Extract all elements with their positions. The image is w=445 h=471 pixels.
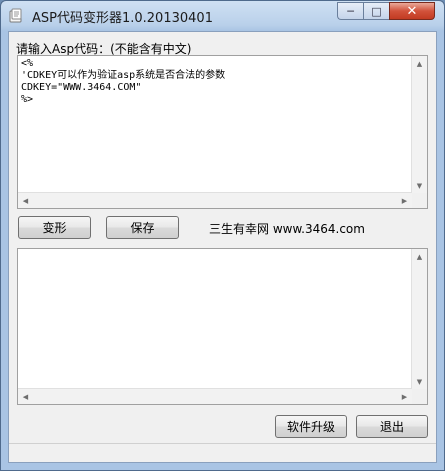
scroll-down-icon[interactable]: ▼ xyxy=(412,374,427,389)
code-input[interactable]: <% 'CDKEY可以作为验证asp系统是否合法的参数 CDKEY="WWW.3… xyxy=(17,55,428,209)
transform-button[interactable]: 变形 xyxy=(18,216,91,239)
software-upgrade-button[interactable]: 软件升级 xyxy=(275,415,347,438)
site-link-text: 三生有幸网 www.3464.com xyxy=(209,222,365,236)
scroll-left-icon[interactable]: ◀ xyxy=(18,389,33,404)
close-icon: ✕ xyxy=(406,3,418,19)
app-window: ASP代码变形器1.0.20130401 ─ □ ✕ 请输入Asp代码：(不能含… xyxy=(0,0,445,471)
client-area: 请输入Asp代码：(不能含有中文) <% 'CDKEY可以作为验证asp系统是否… xyxy=(8,31,437,463)
close-button[interactable]: ✕ xyxy=(389,2,435,20)
code-output[interactable]: ▲ ▼ ◀ ▶ xyxy=(17,248,428,405)
app-icon xyxy=(8,8,24,24)
scroll-right-icon[interactable]: ▶ xyxy=(397,193,412,208)
code-output-horizontal-scrollbar[interactable]: ◀ ▶ xyxy=(18,388,412,404)
save-button[interactable]: 保存 xyxy=(106,216,179,239)
scrollbar-corner xyxy=(412,193,427,208)
scrollbar-corner xyxy=(412,389,427,404)
maximize-button[interactable]: □ xyxy=(363,2,389,20)
code-input-horizontal-scrollbar[interactable]: ◀ ▶ xyxy=(18,192,412,208)
status-bar xyxy=(9,443,436,462)
code-input-vertical-scrollbar[interactable]: ▲ ▼ xyxy=(411,56,427,193)
code-input-text[interactable]: <% 'CDKEY可以作为验证asp系统是否合法的参数 CDKEY="WWW.3… xyxy=(21,58,225,106)
maximize-icon: □ xyxy=(371,4,382,18)
scroll-up-icon[interactable]: ▲ xyxy=(412,249,427,264)
minimize-button[interactable]: ─ xyxy=(337,2,363,20)
minimize-icon: ─ xyxy=(347,4,354,18)
scroll-down-icon[interactable]: ▼ xyxy=(412,178,427,193)
exit-button[interactable]: 退出 xyxy=(356,415,428,438)
window-title: ASP代码变形器1.0.20130401 xyxy=(32,11,213,26)
code-output-vertical-scrollbar[interactable]: ▲ ▼ xyxy=(411,249,427,389)
title-bar[interactable]: ASP代码变形器1.0.20130401 ─ □ ✕ xyxy=(1,1,444,31)
scroll-right-icon[interactable]: ▶ xyxy=(397,389,412,404)
scroll-up-icon[interactable]: ▲ xyxy=(412,56,427,71)
scroll-left-icon[interactable]: ◀ xyxy=(18,193,33,208)
